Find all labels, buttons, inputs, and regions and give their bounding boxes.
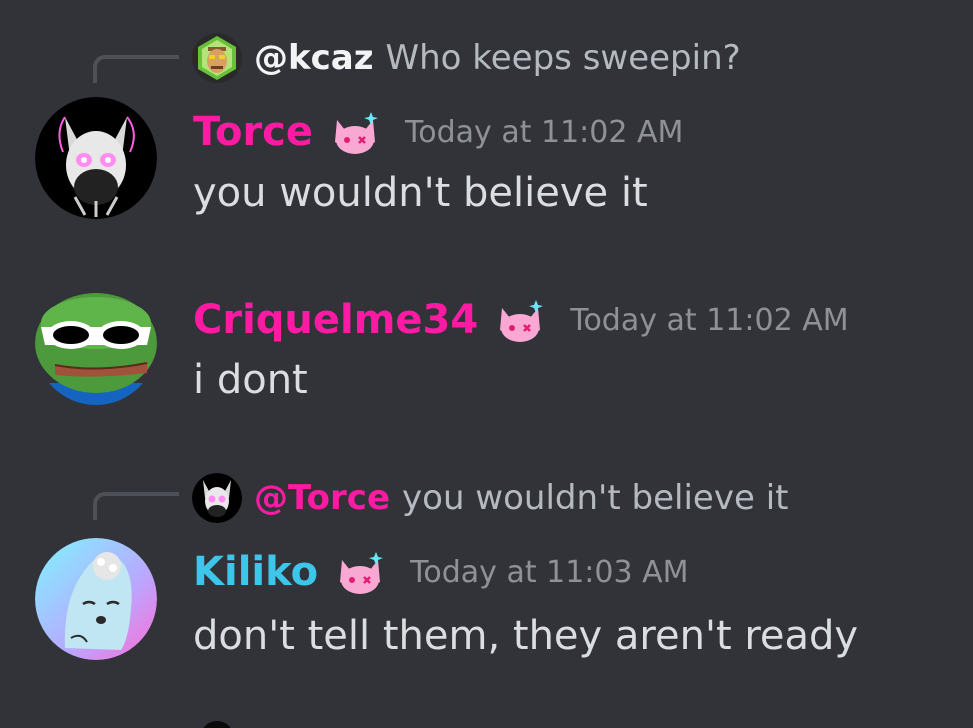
message-header: Kiliko Today at 11:03 AM	[193, 548, 689, 596]
timestamp: Today at 11:02 AM	[570, 302, 849, 338]
reply-avatar-kcaz[interactable]	[192, 33, 242, 83]
reply-connector	[93, 492, 179, 520]
reply-text[interactable]: Who keeps sweepin?	[386, 38, 741, 78]
username[interactable]: Torce	[193, 108, 313, 156]
reply-author[interactable]: @Torce	[254, 478, 390, 518]
message-criquelme34: Criquelme34 Today at 11:02 AM i dont	[0, 250, 973, 430]
reply-author[interactable]: @kcaz	[254, 38, 374, 78]
reply-connector	[93, 55, 179, 83]
username[interactable]: Kiliko	[193, 548, 318, 596]
avatar-criquelme34[interactable]	[35, 283, 157, 405]
reply-text[interactable]: you wouldn't believe it	[402, 478, 788, 518]
timestamp: Today at 11:03 AM	[410, 554, 689, 590]
pink-cat-badge-icon[interactable]	[496, 296, 544, 344]
username[interactable]: Criquelme34	[193, 296, 478, 344]
pink-cat-badge-icon[interactable]	[331, 108, 379, 156]
reply-preview[interactable]: @kcaz Who keeps sweepin?	[192, 33, 741, 83]
next-message-avatar[interactable]	[200, 721, 234, 728]
message-content: don't tell them, they aren't ready	[193, 613, 859, 659]
avatar-kiliko[interactable]	[35, 538, 157, 660]
avatar-torce[interactable]	[35, 97, 157, 219]
message-content: i dont	[193, 357, 308, 403]
message-content: you wouldn't believe it	[193, 170, 648, 216]
reply-preview[interactable]: @Torce you wouldn't believe it	[192, 473, 788, 523]
reply-avatar-torce[interactable]	[192, 473, 242, 523]
message-torce: @kcaz Who keeps sweepin? Torce Today at …	[0, 0, 973, 250]
message-kiliko: @Torce you wouldn't believe it Kiliko To…	[0, 430, 973, 700]
message-header: Criquelme34 Today at 11:02 AM	[193, 296, 849, 344]
timestamp: Today at 11:02 AM	[405, 114, 684, 150]
pink-cat-badge-icon[interactable]	[336, 548, 384, 596]
chat-window: @kcaz Who keeps sweepin? Torce Today at …	[0, 0, 973, 728]
message-header: Torce Today at 11:02 AM	[193, 108, 683, 156]
